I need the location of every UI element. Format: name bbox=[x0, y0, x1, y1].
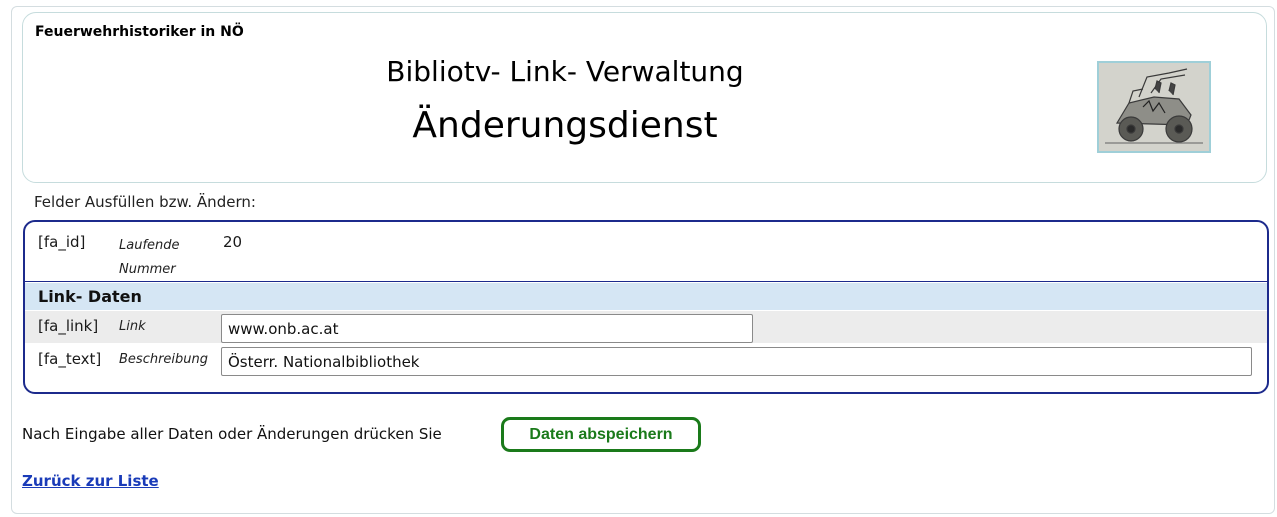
text-field-description: Beschreibung bbox=[119, 352, 209, 367]
edit-form: [fa_id] Laufende Nummer 20 Link- Daten [… bbox=[23, 220, 1269, 394]
link-field-description: Link bbox=[119, 319, 146, 334]
back-to-list-link[interactable]: Zurück zur Liste bbox=[22, 472, 159, 490]
link-input[interactable] bbox=[221, 314, 753, 343]
page-header: Feuerwehrhistoriker in NÖ Bibliotv- Link… bbox=[22, 12, 1267, 183]
text-field-name: [fa_text] bbox=[38, 350, 102, 368]
form-instructions: Felder Ausfüllen bzw. Ändern: bbox=[34, 193, 256, 211]
description-input[interactable] bbox=[221, 347, 1252, 376]
id-field-value: 20 bbox=[223, 233, 243, 251]
save-instruction: Nach Eingabe aller Daten oder Änderungen… bbox=[22, 425, 442, 443]
text-row: [fa_text] Beschreibung bbox=[25, 344, 1267, 376]
page-title: Bibliotv- Link- Verwaltung bbox=[386, 55, 744, 88]
link-field-name: [fa_link] bbox=[38, 317, 99, 335]
id-field-name: [fa_id] bbox=[38, 233, 86, 251]
link-row: [fa_link] Link bbox=[25, 311, 1267, 343]
id-row: [fa_id] Laufende Nummer 20 bbox=[25, 222, 1267, 282]
id-field-description: Laufende Nummer bbox=[119, 238, 180, 277]
org-name: Feuerwehrhistoriker in NÖ bbox=[35, 24, 244, 40]
section-title: Link- Daten bbox=[38, 287, 142, 306]
section-link-data: Link- Daten bbox=[25, 283, 1267, 310]
fire-engine-sketch-icon bbox=[1097, 61, 1211, 153]
save-button[interactable]: Daten abspeichern bbox=[501, 417, 701, 452]
page-subtitle: Änderungsdienst bbox=[412, 105, 718, 146]
